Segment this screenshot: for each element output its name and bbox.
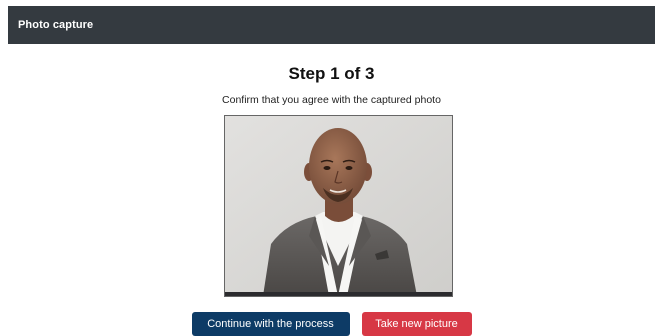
step-title: Step 1 of 3 (288, 64, 375, 83)
portrait-image (225, 116, 452, 296)
header-title: Photo capture (18, 19, 94, 31)
continue-button[interactable]: Continue with the process (191, 312, 350, 336)
instruction-text: Confirm that you agree with the captured… (222, 94, 441, 106)
captured-photo (224, 115, 453, 297)
photo-capture-page: Photo capture Step 1 of 3 Confirm that y… (0, 0, 663, 336)
take-new-picture-button[interactable]: Take new picture (361, 312, 472, 336)
header-bar: Photo capture (8, 6, 655, 44)
action-buttons: Continue with the process Take new pictu… (0, 312, 663, 336)
